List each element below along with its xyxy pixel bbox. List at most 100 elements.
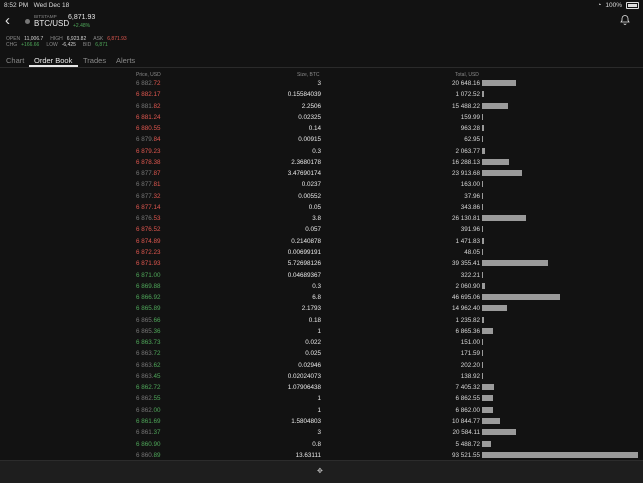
bid-row[interactable]: 6 866.92 6.8 46 695.06	[0, 292, 643, 303]
bid-row[interactable]: 6 862.55 1 6 862.55	[0, 393, 643, 404]
tab-order-book[interactable]: Order Book	[34, 56, 72, 65]
ask-row[interactable]: 6 877.32 0.00552 37.96	[0, 191, 643, 202]
size-cell: 1	[317, 406, 321, 414]
size-cell: 0.00552	[298, 192, 321, 200]
ask-row[interactable]: 6 880.55 0.14 963.28	[0, 123, 643, 134]
ask-row[interactable]: 6 882.72 3 20 648.16	[0, 78, 643, 89]
price-bright-part: 72	[153, 350, 161, 358]
size-cell: 3	[317, 429, 321, 437]
bid-row[interactable]: 6 862.72 1.07906438 7 405.32	[0, 382, 643, 393]
depth-bar	[482, 170, 522, 177]
size-cell: 3	[317, 80, 321, 87]
ask-row[interactable]: 6 877.14 0.05 343.86	[0, 202, 643, 213]
ask-row[interactable]: 6 879.84 0.00915 62.95	[0, 134, 643, 145]
price-cell: 6 866.92	[136, 294, 161, 301]
total-cell: 20 584.11	[452, 429, 480, 437]
status-time: 8:52 PM	[4, 2, 29, 9]
price-cell: 6 877.32	[136, 193, 161, 200]
tab-alerts[interactable]: Alerts	[116, 56, 135, 65]
price-cell: 6 862.00	[136, 407, 161, 414]
drag-handle-icon[interactable]: ✥	[317, 467, 323, 475]
bid-row[interactable]: 6 862.00 1 6 862.00	[0, 405, 643, 416]
stats-panel: OPEN 11,006.7 HIGH 6,923.82 ASK 6,871.93 CHG +…	[6, 36, 406, 52]
price-cell: 6 878.38	[136, 159, 161, 166]
ask-row[interactable]: 6 874.89 0.2140878 1 471.83	[0, 236, 643, 247]
ask-row[interactable]: 6 882.17 0.15584039 1 072.52	[0, 89, 643, 100]
depth-bar	[482, 395, 493, 402]
price-bright-part: 32	[153, 192, 161, 200]
price-cell: 6 871.93	[136, 260, 161, 267]
bid-row[interactable]: 6 863.62 0.02946 202.20	[0, 360, 643, 371]
ask-row[interactable]: 6 877.81 0.0237 163.00	[0, 179, 643, 190]
size-cell: 0.022	[305, 339, 321, 347]
size-cell: 0.14	[308, 125, 321, 133]
total-cell: 171.59	[460, 350, 480, 358]
size-cell: 0.3	[312, 147, 321, 155]
ask-row[interactable]: 6 876.52 0.057 391.96	[0, 224, 643, 235]
price-bright-part: 6 882.17	[136, 91, 161, 99]
price-bright-part: 6 862.72	[136, 384, 161, 392]
bid-row[interactable]: 6 863.45 0.02024073 138.92	[0, 371, 643, 382]
bid-row[interactable]: 6 871.00 0.04689367 322.21	[0, 270, 643, 281]
total-cell: 14 962.40	[451, 305, 480, 313]
size-cell: 13.63111	[295, 451, 321, 459]
price-cell: 6 876.53	[136, 215, 161, 222]
price-bright-part: 6 879.23	[136, 147, 161, 155]
total-cell: 15 488.22	[451, 102, 480, 110]
total-cell: 151.00	[460, 339, 480, 347]
bid-row[interactable]: 6 865.89 2.1793 14 962.40	[0, 303, 643, 314]
ask-row[interactable]: 6 877.87 3.47690174 23 913.68	[0, 168, 643, 179]
price-cell: 6 865.36	[136, 328, 161, 335]
tab-chart[interactable]: Chart	[6, 56, 24, 65]
bid-row[interactable]: 6 863.72 0.025 171.59	[0, 348, 643, 359]
price-dim-part: 6 879.	[136, 136, 154, 144]
bid-row[interactable]: 6 863.73 0.022 151.00	[0, 337, 643, 348]
price-bright-part: 6 860.90	[136, 440, 161, 448]
bid-row[interactable]: 6 861.37 3 20 584.11	[0, 427, 643, 438]
ask-row[interactable]: 6 878.38 2.3680178 16 288.13	[0, 157, 643, 168]
price-dim-part: 6 881.	[136, 102, 154, 110]
price-cell: 6 861.69	[136, 418, 161, 425]
price-bright-part: 6 872.23	[136, 248, 161, 256]
depth-bar	[482, 361, 483, 368]
size-cell: 0.3	[312, 282, 321, 290]
depth-bar	[482, 417, 500, 424]
total-cell: 159.99	[460, 113, 480, 121]
stats-row: CHG +166.66 LOW -6,425 BID 6,871	[6, 42, 406, 48]
ask-row[interactable]: 6 881.24 0.02325 159.99	[0, 112, 643, 123]
status-right: ◔ 100%	[597, 2, 639, 9]
bell-icon[interactable]	[619, 14, 631, 26]
ask-row[interactable]: 6 871.93 5.72698126 39 355.41	[0, 258, 643, 269]
chevron-left-icon[interactable]: ‹	[5, 12, 10, 29]
price-cell: 6 863.72	[136, 350, 161, 357]
ask-row[interactable]: 6 876.53 3.8 26 130.81	[0, 213, 643, 224]
depth-bar	[482, 429, 516, 436]
size-cell: 0.15584039	[287, 91, 321, 99]
price-bright-part: 53	[153, 215, 161, 223]
depth-bar	[482, 271, 483, 278]
price-cell: 6 882.17	[136, 91, 161, 98]
size-cell: 0.18	[308, 316, 321, 324]
bid-row[interactable]: 6 869.88 0.3 2 060.90	[0, 281, 643, 292]
bid-row[interactable]: 6 865.36 1 6 865.36	[0, 326, 643, 337]
price-bright-part: 6 874.89	[136, 237, 161, 245]
price-cell: 6 869.88	[136, 283, 161, 290]
bid-row[interactable]: 6 861.69 1.5804803 10 844.77	[0, 416, 643, 427]
stat-value: -6,425	[61, 42, 76, 48]
size-cell: 3.8	[312, 215, 321, 223]
tab-trades[interactable]: Trades	[83, 56, 106, 65]
size-cell: 0.8	[312, 440, 321, 448]
ask-row[interactable]: 6 881.82 2.2506 15 488.22	[0, 101, 643, 112]
depth-bar	[482, 237, 484, 244]
size-cell: 2.2506	[301, 102, 321, 110]
bid-row[interactable]: 6 860.90 0.8 5 488.72	[0, 439, 643, 450]
depth-bar	[482, 260, 548, 267]
ask-row[interactable]: 6 872.23 0.00699191 48.05	[0, 247, 643, 258]
bid-row[interactable]: 6 865.66 0.18 1 235.82	[0, 315, 643, 326]
price-cell: 6 877.87	[136, 170, 161, 177]
stat-value: 6,871.93	[107, 36, 127, 42]
ask-row[interactable]: 6 879.23 0.3 2 063.77	[0, 146, 643, 157]
wifi-icon: ◔	[597, 2, 602, 9]
size-cell: 0.00915	[298, 136, 321, 144]
depth-bar	[482, 102, 508, 109]
